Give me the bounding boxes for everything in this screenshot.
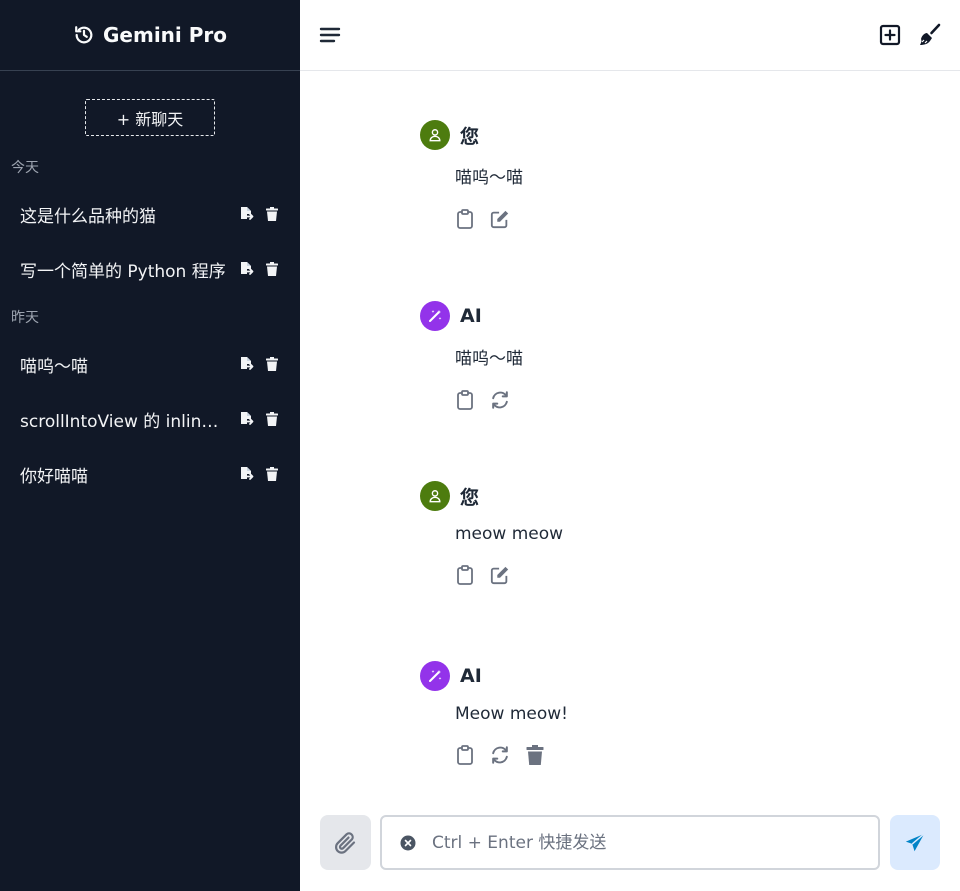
delete-icon[interactable]	[264, 261, 280, 277]
copy-icon[interactable]	[455, 208, 475, 230]
message-input[interactable]	[432, 832, 852, 853]
export-icon[interactable]	[239, 356, 255, 372]
message-ai: AI Meow meow!	[420, 661, 900, 766]
export-icon[interactable]	[239, 261, 255, 277]
chat-history-label: scrollIntoView 的 inline 和 block	[20, 411, 228, 432]
chat-history-label: 你好喵喵	[20, 466, 88, 487]
message-role: 您	[460, 486, 480, 509]
clear-icon[interactable]	[400, 835, 416, 851]
chat-history-item[interactable]: 你好喵喵	[0, 454, 300, 494]
message-text: Meow meow!	[455, 704, 568, 724]
chat-history-label: 这是什么品种的猫	[20, 206, 156, 227]
message-role: AI	[460, 305, 482, 327]
message-role: 您	[460, 125, 480, 148]
user-avatar	[420, 120, 450, 150]
app-title: Gemini Pro	[103, 23, 227, 47]
attach-button[interactable]	[320, 815, 371, 870]
export-icon[interactable]	[239, 206, 255, 222]
regenerate-icon[interactable]	[490, 744, 510, 766]
trash-icon[interactable]	[525, 744, 545, 766]
history-icon	[73, 24, 95, 46]
menu-icon[interactable]	[318, 23, 342, 47]
chat-history-item[interactable]: 这是什么品种的猫	[0, 194, 300, 234]
sidebar-header: Gemini Pro	[0, 0, 300, 71]
paperclip-icon	[334, 831, 358, 855]
copy-icon[interactable]	[455, 744, 475, 766]
broom-icon[interactable]	[918, 23, 942, 47]
chat-history-label: 喵呜～喵	[20, 356, 88, 377]
copy-icon[interactable]	[455, 564, 475, 586]
message-user: 您 meow meow	[420, 481, 900, 586]
chat-history-label: 写一个简单的 Python 程序	[20, 261, 226, 282]
delete-icon[interactable]	[264, 466, 280, 482]
top-bar	[300, 0, 960, 71]
message-text: meow meow	[455, 524, 564, 544]
message-input-wrapper	[380, 815, 880, 870]
user-avatar	[420, 481, 450, 511]
new-chat-icon[interactable]	[878, 23, 902, 47]
message-text: 喵呜～喵	[455, 349, 523, 369]
chat-history-item[interactable]: scrollIntoView 的 inline 和 block	[0, 399, 300, 439]
delete-icon[interactable]	[264, 206, 280, 222]
message-text: 喵呜～喵	[455, 168, 523, 188]
new-chat-button[interactable]: + 新聊天	[85, 99, 215, 136]
send-button[interactable]	[890, 815, 940, 870]
chat-history-item[interactable]: 喵呜～喵	[0, 344, 300, 384]
message-role: AI	[460, 665, 482, 687]
export-icon[interactable]	[239, 411, 255, 427]
group-label-yesterday: 昨天	[11, 310, 39, 326]
delete-icon[interactable]	[264, 411, 280, 427]
ai-avatar	[420, 301, 450, 331]
message-ai: AI 喵呜～喵	[420, 301, 900, 411]
export-icon[interactable]	[239, 466, 255, 482]
send-icon	[904, 832, 926, 854]
ai-avatar	[420, 661, 450, 691]
copy-icon[interactable]	[455, 389, 475, 411]
sidebar: Gemini Pro + 新聊天 今天 这是什么品种的猫 写一个简单的 Pyth…	[0, 0, 300, 891]
edit-icon[interactable]	[490, 564, 510, 586]
message-user: 您 喵呜～喵	[420, 120, 900, 230]
chat-history-item[interactable]: 写一个简单的 Python 程序	[0, 249, 300, 289]
group-label-today: 今天	[11, 160, 39, 176]
edit-icon[interactable]	[490, 208, 510, 230]
delete-icon[interactable]	[264, 356, 280, 372]
regenerate-icon[interactable]	[490, 389, 510, 411]
